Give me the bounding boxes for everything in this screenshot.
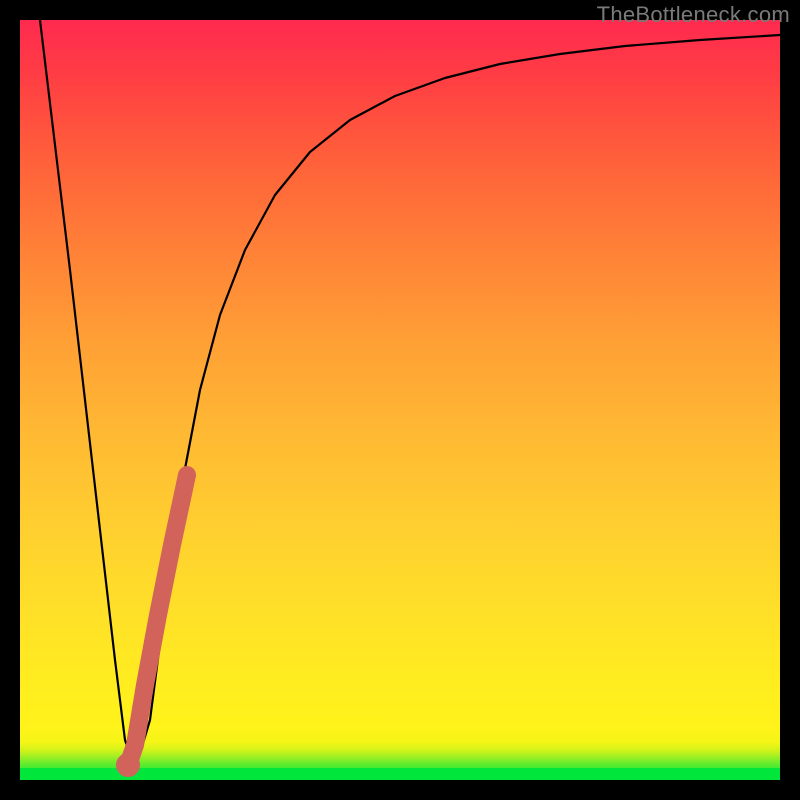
chart-frame: TheBottleneck.com <box>0 0 800 800</box>
watermark-label: TheBottleneck.com <box>597 2 790 28</box>
chart-svg <box>20 20 780 780</box>
selected-segment-dot-icon <box>116 753 140 777</box>
plot-area <box>20 20 780 780</box>
selected-segment <box>128 475 187 765</box>
